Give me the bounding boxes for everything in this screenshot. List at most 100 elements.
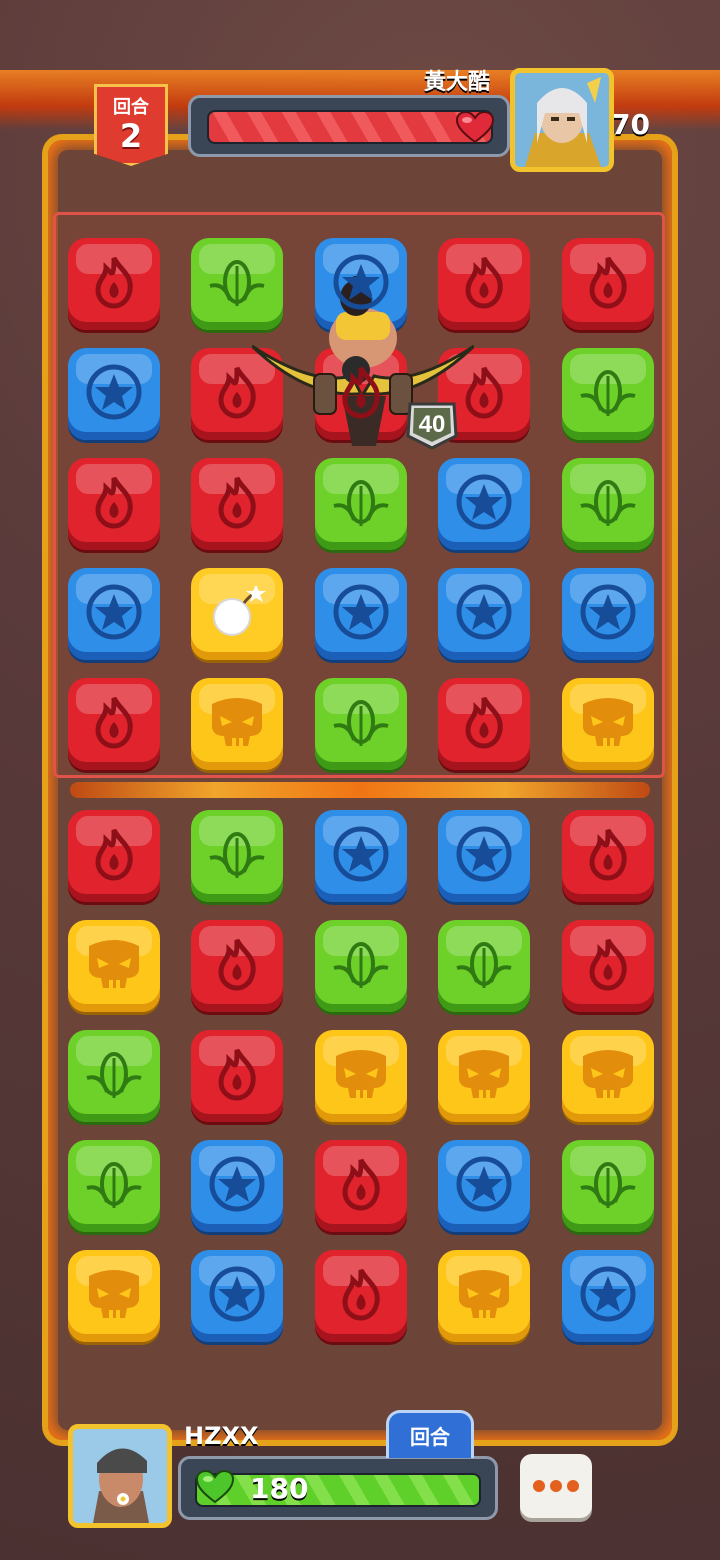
fire-tile[interactable] [562,238,654,330]
star-tile[interactable] [68,348,160,440]
skull-icon [453,1266,515,1326]
leaf-icon [577,362,639,426]
level-badge: 40 [406,402,458,450]
star-tile[interactable] [438,458,530,550]
fire-icon [84,472,144,536]
skull-tile[interactable] [562,678,654,770]
skull-icon [83,936,145,996]
fire-tile[interactable] [191,920,283,1012]
skull-tile[interactable] [562,1030,654,1122]
enemy-name: 黃大酷 [424,70,491,95]
star-tile[interactable] [191,1250,283,1342]
skull-tile[interactable] [68,1250,160,1342]
fire-tile[interactable] [315,1250,407,1342]
dot-icon [567,1480,579,1492]
fire-icon [207,1044,267,1108]
star-icon [578,582,638,646]
leaf-tile[interactable] [315,920,407,1012]
leaf-icon [206,824,268,888]
fire-tile[interactable] [68,810,160,902]
bomb-tile[interactable] [191,568,283,660]
enemy-hp-fill [207,110,493,144]
star-icon [454,824,514,888]
star-icon [331,252,391,316]
leaf-icon [330,934,392,998]
star-tile[interactable] [562,568,654,660]
leaf-tile[interactable] [315,678,407,770]
hero-level: 40 [419,411,446,438]
star-tile[interactable] [438,568,530,660]
fire-icon [84,824,144,888]
leaf-icon [83,1044,145,1108]
round-number: 2 [119,117,143,155]
turn-indicator: 回合 [386,1410,474,1458]
more-options-button[interactable] [520,1454,592,1518]
star-icon [207,1154,267,1218]
leaf-tile[interactable] [68,1030,160,1122]
fire-icon [207,472,267,536]
star-icon [454,1154,514,1218]
leaf-icon [83,1154,145,1218]
fire-tile[interactable] [315,1140,407,1232]
fire-tile[interactable] [68,678,160,770]
leaf-heart-icon [196,1470,234,1504]
fire-icon [207,934,267,998]
star-tile[interactable] [315,568,407,660]
fire-tile[interactable] [191,458,283,550]
fire-icon [578,252,638,316]
star-tile[interactable] [438,1140,530,1232]
fire-icon [207,362,267,426]
fire-icon [331,1264,391,1328]
skull-tile[interactable] [315,1030,407,1122]
enemy-avatar[interactable] [510,68,614,172]
star-icon [578,1264,638,1328]
player-hp-value: 180 [250,1472,309,1505]
player-avatar[interactable] [68,1424,172,1528]
leaf-tile[interactable] [562,1140,654,1232]
heart-icon [456,112,494,144]
fire-icon [454,252,514,316]
skull-tile[interactable] [438,1250,530,1342]
round-banner: 回合 2 [94,84,168,166]
fire-tile[interactable] [68,238,160,330]
fire-icon [84,252,144,316]
leaf-tile[interactable] [68,1140,160,1232]
star-tile[interactable] [68,568,160,660]
leaf-tile[interactable] [562,458,654,550]
skull-icon [577,694,639,754]
leaf-icon [206,252,268,316]
dot-icon [550,1480,562,1492]
star-tile[interactable] [315,810,407,902]
skull-icon [453,1046,515,1106]
skull-tile[interactable] [68,920,160,1012]
fire-tile[interactable] [562,920,654,1012]
star-tile[interactable] [191,1140,283,1232]
skull-tile[interactable] [191,678,283,770]
turn-tab-label: 回合 [410,1425,450,1449]
leaf-icon [330,692,392,756]
leaf-tile[interactable] [562,348,654,440]
fire-tile[interactable] [438,678,530,770]
leaf-tile[interactable] [191,810,283,902]
bomb-icon [206,581,268,647]
dot-icon [533,1480,545,1492]
leaf-icon [453,934,515,998]
warrior-avatar-icon [515,73,609,167]
skull-tile[interactable] [438,1030,530,1122]
leaf-icon [330,472,392,536]
leaf-tile[interactable] [315,458,407,550]
player-name: HZXX [184,1422,259,1450]
star-icon [454,472,514,536]
fire-icon [578,824,638,888]
star-tile[interactable] [438,810,530,902]
star-tile[interactable] [562,1250,654,1342]
fire-tile[interactable] [68,458,160,550]
leaf-icon [577,472,639,536]
leaf-tile[interactable] [438,920,530,1012]
fire-tile[interactable] [191,1030,283,1122]
player-hp-fill [195,1473,481,1507]
fire-icon [331,1154,391,1218]
star-icon [84,362,144,426]
fire-tile[interactable] [562,810,654,902]
star-icon [84,582,144,646]
